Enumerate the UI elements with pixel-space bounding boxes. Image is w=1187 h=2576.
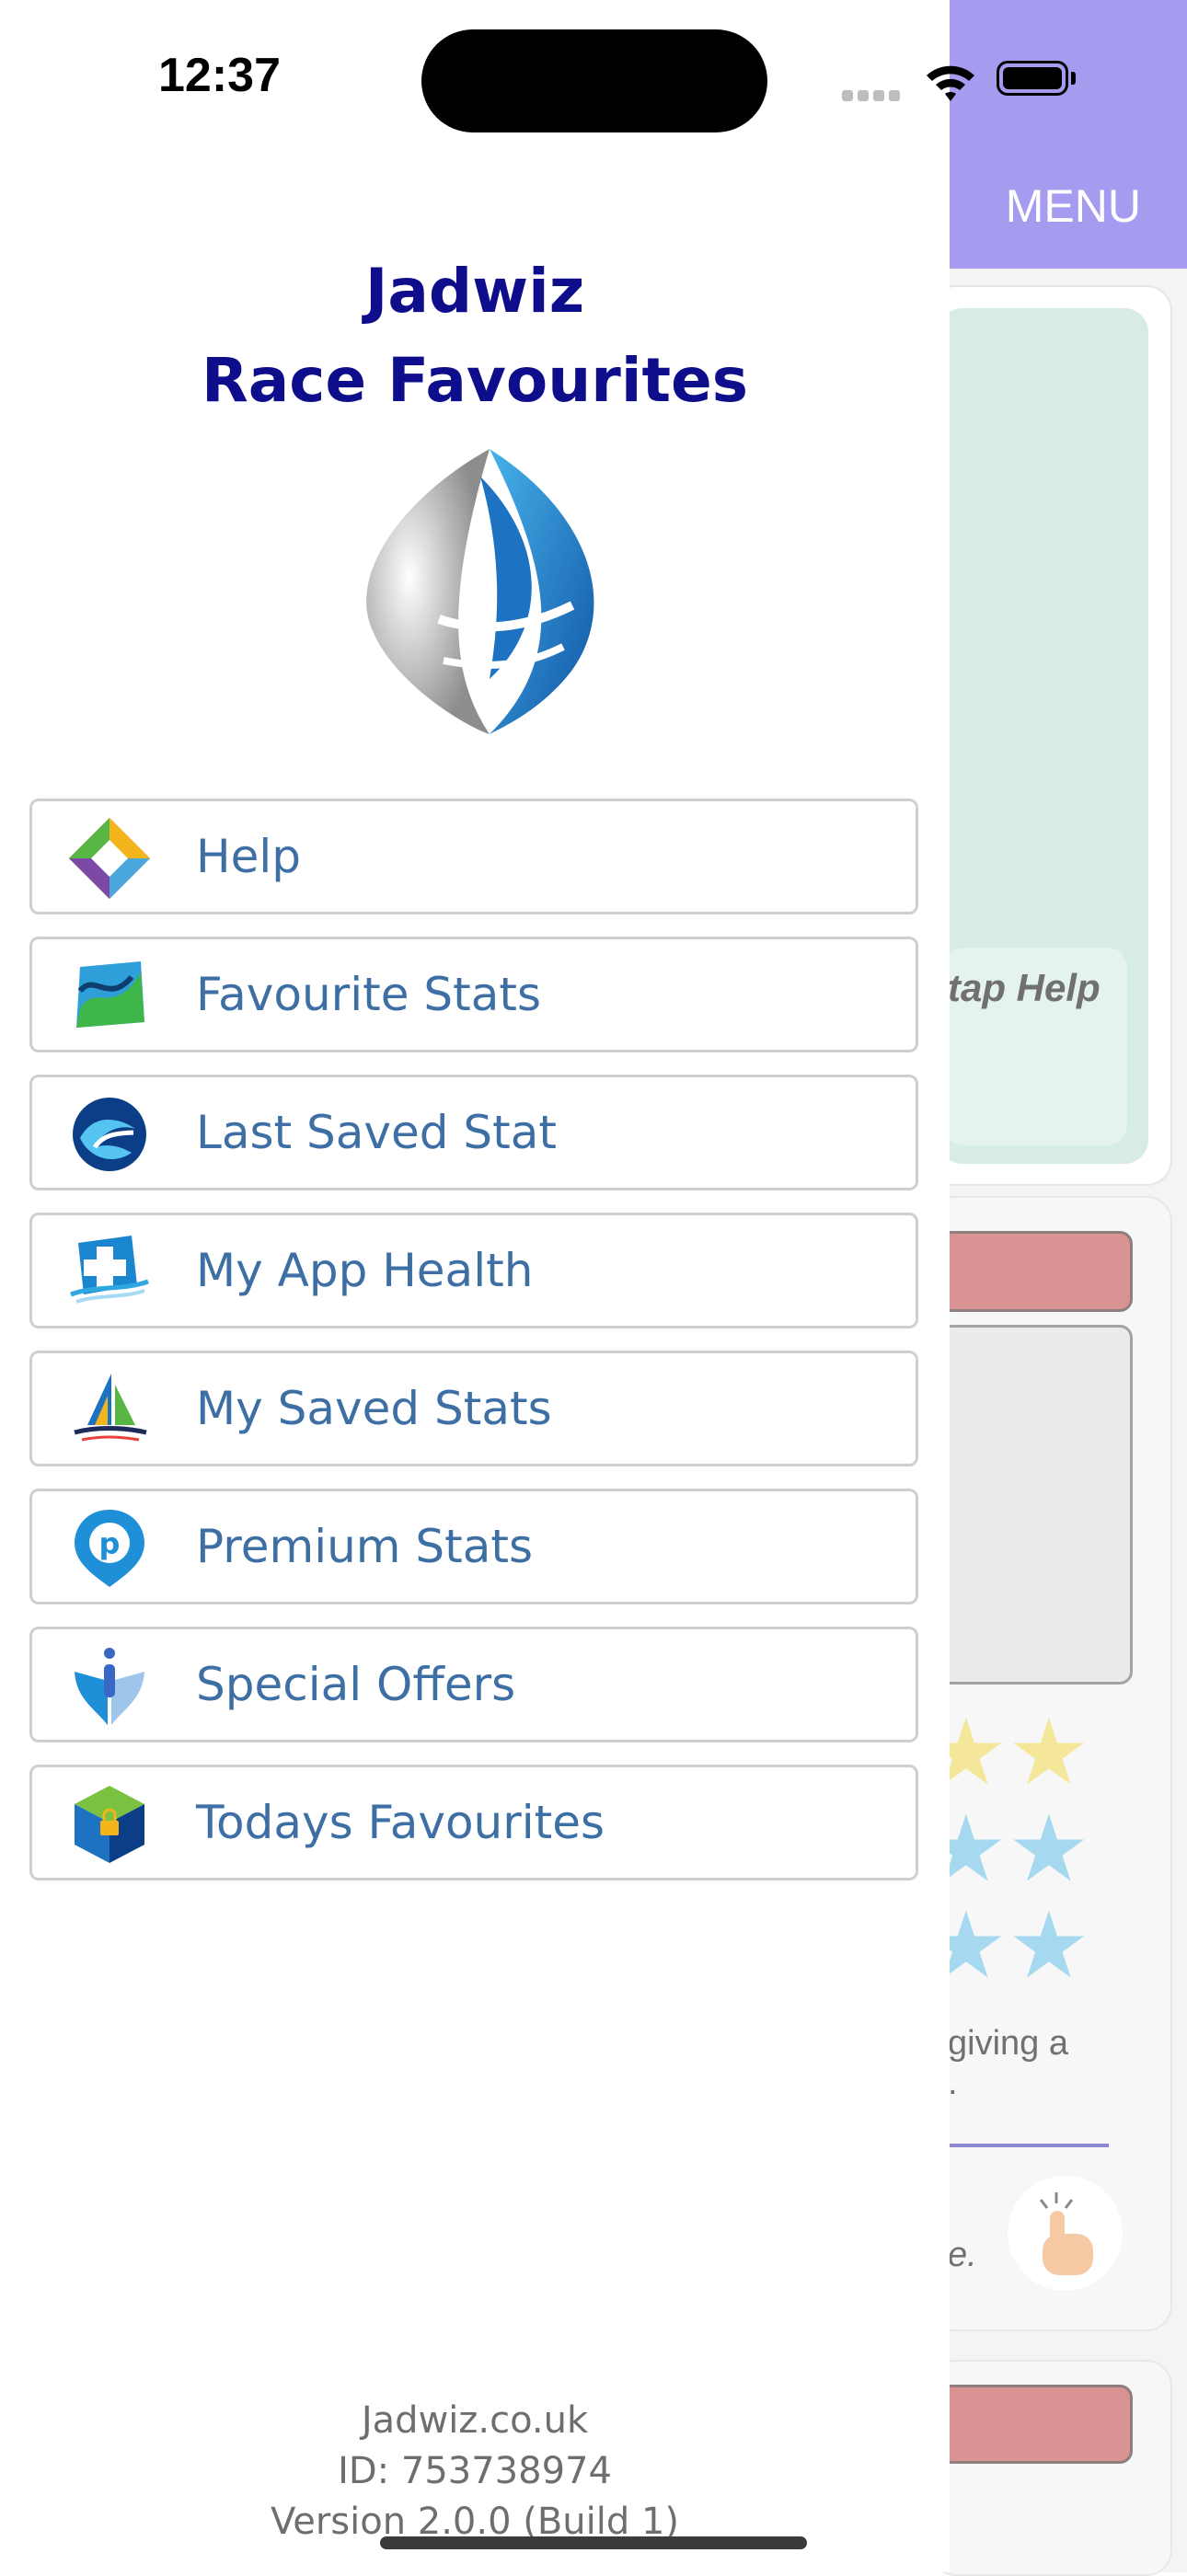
text-box[interactable] (939, 1325, 1133, 1685)
rating-prompt-line2: . (948, 2064, 958, 2102)
menu-item-label: Premium Stats (196, 1520, 534, 1573)
medical-cross-icon (67, 1230, 152, 1315)
side-drawer: 12:37 Jadwiz Race Favourites Help Favour… (0, 0, 1076, 2572)
person-hands-icon (67, 1644, 152, 1729)
menu-item-label: My Saved Stats (196, 1382, 552, 1435)
menu-item-label: Last Saved Stat (196, 1106, 557, 1159)
menu-item-help[interactable]: Help (29, 799, 918, 914)
rating-prompt-text: giving a . (948, 2024, 1132, 2103)
tap-hand-icon[interactable] (1008, 2176, 1123, 2291)
green-blue-square-icon (67, 954, 152, 1039)
footer-site[interactable]: Jadwiz.co.uk (0, 2399, 950, 2442)
jadwiz-logo-icon (351, 440, 611, 743)
cellular-signal-icon (842, 87, 905, 101)
menu-item-label: Todays Favourites (196, 1796, 605, 1849)
star-icon[interactable]: ★ (1008, 1707, 1090, 1799)
menu-item-label: My App Health (196, 1244, 534, 1297)
menu-item-my-app-health[interactable]: My App Health (29, 1213, 918, 1328)
menu-item-special-offers[interactable]: Special Offers (29, 1627, 918, 1742)
menu-item-label: Favourite Stats (196, 968, 542, 1021)
divider (948, 2144, 1109, 2147)
app-title-line1: Jadwiz (364, 256, 585, 327)
footer-id: ID: 753738974 (338, 2450, 612, 2492)
app-title-line2: Race Favourites (201, 345, 749, 416)
menu-item-todays-favourites[interactable]: Todays Favourites (29, 1765, 918, 1880)
rating-prompt-line1: giving a (948, 2024, 1068, 2063)
red-action-bar[interactable] (939, 1231, 1133, 1312)
battery-tip (1071, 72, 1076, 85)
star-icon[interactable]: ★ (1008, 1900, 1090, 1992)
colorful-diamond-icon (67, 816, 152, 901)
svg-text:p: p (99, 1526, 121, 1561)
menu-item-favourite-stats[interactable]: Favourite Stats (29, 937, 918, 1052)
star-icon[interactable]: ★ (1008, 1803, 1090, 1895)
menu-item-my-saved-stats[interactable]: My Saved Stats (29, 1351, 918, 1466)
sailboat-icon (67, 1368, 152, 1453)
menu-item-last-saved-stat[interactable]: Last Saved Stat (29, 1075, 918, 1190)
menu-item-label: Help (196, 830, 301, 883)
help-hint-text: tap Help (948, 966, 1101, 1009)
status-time: 12:37 (158, 49, 281, 102)
blue-swirl-orb-icon (67, 1092, 152, 1177)
dynamic-island (421, 29, 767, 132)
menu-item-label: Special Offers (196, 1658, 516, 1711)
red-action-bar-2[interactable] (939, 2385, 1133, 2464)
menu-item-premium-stats[interactable]: p Premium Stats (29, 1489, 918, 1604)
app-header: MENU (948, 0, 1187, 269)
locked-cube-icon (67, 1782, 152, 1867)
wifi-icon (923, 59, 978, 105)
tap-prompt-text: e. (948, 2236, 977, 2274)
p-pin-icon: p (67, 1506, 152, 1591)
home-indicator[interactable] (380, 2536, 807, 2549)
menu-button[interactable]: MENU (1006, 179, 1141, 233)
battery-icon (997, 61, 1068, 96)
